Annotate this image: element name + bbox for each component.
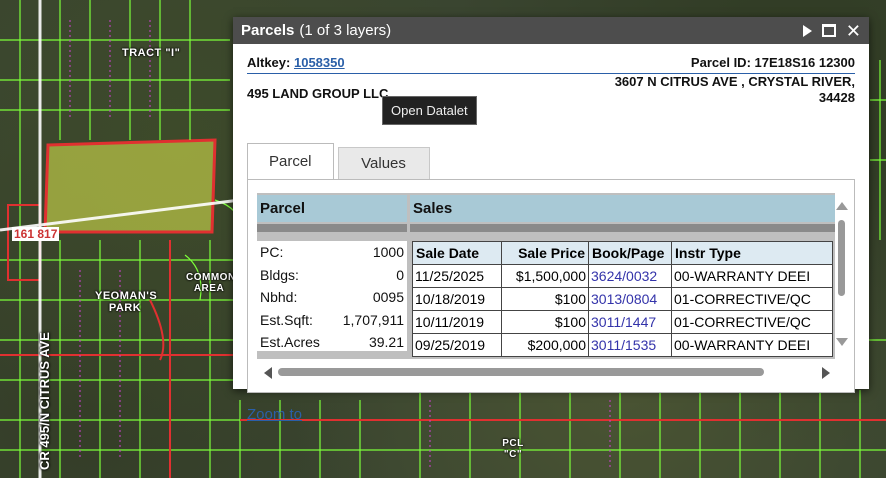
- table-row: 10/11/2019 $100 3011/1447 01-CORRECTIVE/…: [412, 310, 833, 334]
- book-page-link[interactable]: 3624/0032: [588, 264, 672, 288]
- selected-parcel[interactable]: [43, 138, 217, 234]
- tab-panel-parcel: Parcel Sales PC: 1000 Bldgs: 0 Nbhd: 0095 E…: [247, 179, 855, 393]
- col-instr-type[interactable]: Instr Type: [671, 241, 833, 265]
- popup-title: Parcels: [241, 22, 295, 39]
- sales-table: Sale Date Sale Price Book/Page Instr Typ…: [412, 241, 833, 357]
- map-label-yeomans-park: YEOMAN'S PARK: [95, 290, 158, 314]
- scroll-down-icon[interactable]: [836, 338, 848, 346]
- datalet-grid[interactable]: Parcel Sales PC: 1000 Bldgs: 0 Nbhd: 0095 E…: [257, 193, 835, 359]
- table-row: 10/18/2019 $100 3013/0804 01-CORRECTIVE/…: [412, 287, 833, 311]
- info-row-bldgs: Bldgs: 0: [260, 266, 404, 283]
- parcel-info: PC: 1000 Bldgs: 0 Nbhd: 0095 Est.Sqft: 1,707…: [257, 241, 407, 351]
- sale-date: 11/25/2025: [412, 264, 502, 288]
- close-icon[interactable]: ✕: [846, 22, 861, 40]
- sale-date: 09/25/2019: [412, 333, 502, 357]
- sale-price: $200,000: [501, 333, 589, 357]
- col-sale-price[interactable]: Sale Price: [501, 241, 589, 265]
- open-datalet-tooltip: Open Datalet: [382, 96, 477, 125]
- altkey-link[interactable]: 1058350: [294, 55, 345, 70]
- book-page-link[interactable]: 3013/0804: [588, 287, 672, 311]
- info-row-pc: PC: 1000: [260, 244, 404, 261]
- map-label-pcl-c: PCL "C": [502, 438, 524, 460]
- popup-header: Parcels (1 of 3 layers) ✕: [233, 17, 869, 44]
- map-label-tract: TRACT "I": [122, 47, 181, 59]
- info-row-acres: Est.Acres 39.21: [260, 334, 404, 351]
- info-row-sqft: Est.Sqft: 1,707,911: [260, 311, 404, 328]
- tab-bar: Parcel Values: [247, 143, 430, 179]
- address-zip: 34428: [818, 90, 855, 105]
- table-row: 09/25/2019 $200,000 3011/1535 00-WARRANT…: [412, 333, 833, 357]
- scroll-left-icon[interactable]: [264, 367, 272, 379]
- horizontal-scroll-thumb[interactable]: [278, 368, 764, 376]
- book-page-link[interactable]: 3011/1535: [588, 333, 672, 357]
- table-row: 11/25/2025 $1,500,000 3624/0032 00-WARRA…: [412, 264, 833, 288]
- parcel-gray-bar: [257, 224, 407, 232]
- sales-header-row: Sale Date Sale Price Book/Page Instr Typ…: [412, 241, 833, 265]
- parcel-popup: Parcels (1 of 3 layers) ✕ Altkey: 105835…: [233, 17, 869, 423]
- section-header-sales: Sales: [410, 195, 835, 222]
- sale-price: $100: [501, 310, 589, 334]
- zoom-to-link[interactable]: Zoom to: [247, 406, 302, 423]
- maximize-icon[interactable]: [821, 24, 836, 37]
- owner-name: 495 LAND GROUP LLC: [247, 86, 389, 101]
- address-line1: 3607 N CITRUS AVE , CRYSTAL RIVER,: [614, 74, 855, 89]
- scroll-right-icon[interactable]: [822, 367, 830, 379]
- sale-price: $100: [501, 287, 589, 311]
- tab-values[interactable]: Values: [337, 147, 430, 179]
- vertical-scrollbar[interactable]: [836, 202, 848, 360]
- sales-gray-bar: [410, 224, 835, 232]
- sale-date: 10/11/2019: [412, 310, 502, 334]
- instr-type: 00-WARRANTY DEEI: [671, 264, 833, 288]
- altkey-row: Altkey: 1058350: [247, 55, 345, 70]
- tab-parcel[interactable]: Parcel: [247, 143, 334, 179]
- map-label-common-area: COMMON AREA: [186, 272, 236, 294]
- book-page-link[interactable]: 3011/1447: [588, 310, 672, 334]
- info-row-nbhd: Nbhd: 0095: [260, 289, 404, 306]
- col-sale-date[interactable]: Sale Date: [412, 241, 502, 265]
- address: 3607 N CITRUS AVE , CRYSTAL RIVER, 34428: [615, 74, 855, 106]
- scroll-up-icon[interactable]: [836, 202, 848, 210]
- popup-body: Altkey: 1058350 Parcel ID: 17E18S16 1230…: [233, 55, 869, 423]
- popup-subtitle: (1 of 3 layers): [299, 22, 392, 39]
- horizontal-scrollbar[interactable]: [264, 366, 830, 379]
- instr-type: 00-WARRANTY DEEI: [671, 333, 833, 357]
- sale-date: 10/18/2019: [412, 287, 502, 311]
- instr-type: 01-CORRECTIVE/QC: [671, 287, 833, 311]
- section-header-parcel: Parcel: [257, 195, 407, 222]
- road-label: CR 495/N CITRUS AVE: [37, 332, 52, 470]
- vertical-scroll-thumb[interactable]: [838, 220, 845, 296]
- col-book-page[interactable]: Book/Page: [588, 241, 672, 265]
- parcel-id: Parcel ID: 17E18S16 12300: [690, 55, 855, 70]
- sale-price: $1,500,000: [501, 264, 589, 288]
- next-layer-icon[interactable]: [802, 24, 812, 37]
- parcel-number-tag: 161 817: [12, 227, 60, 241]
- altkey-label: Altkey:: [247, 55, 291, 70]
- instr-type: 01-CORRECTIVE/QC: [671, 310, 833, 334]
